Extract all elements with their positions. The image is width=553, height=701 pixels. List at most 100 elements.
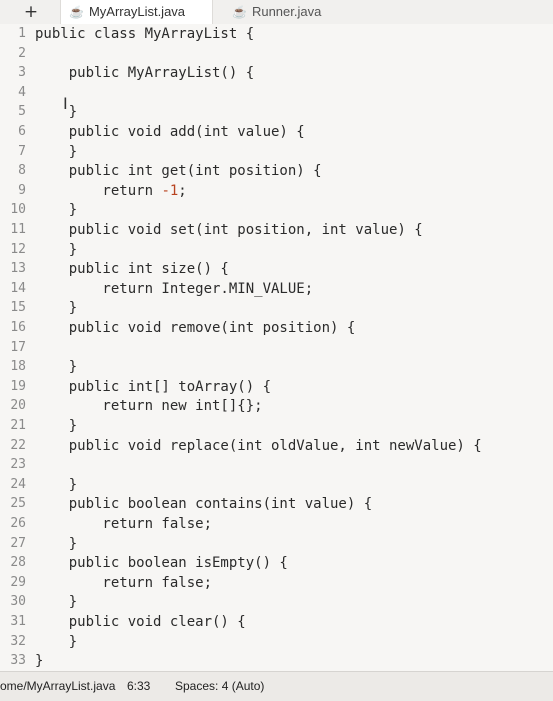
numeric-literal: -1 <box>161 182 179 199</box>
code-text: return -1; <box>35 182 187 199</box>
code-line[interactable]: 29 return false; <box>0 573 553 593</box>
code-text: return false; <box>35 574 213 591</box>
code-line[interactable]: 4 <box>0 83 553 103</box>
line-number: 7 <box>18 143 26 159</box>
line-number: 3 <box>18 65 26 81</box>
line-number: 9 <box>18 182 26 198</box>
status-cursor-position[interactable]: 6:33 <box>127 672 150 701</box>
code-line[interactable]: 15 } <box>0 298 553 318</box>
code-line[interactable]: 8 public int get(int position) { <box>0 161 553 181</box>
code-line[interactable]: 3 public MyArrayList() { <box>0 63 553 83</box>
code-line[interactable]: 20 return new int[]{}; <box>0 396 553 416</box>
code-text: public boolean contains(int value) { <box>35 496 373 513</box>
line-number: 30 <box>10 594 26 610</box>
code-text: public MyArrayList() { <box>35 65 255 82</box>
status-bar: ome/MyArrayList.java 6:33 Spaces: 4 (Aut… <box>0 671 553 701</box>
code-line[interactable]: 25 public boolean contains(int value) { <box>0 494 553 514</box>
code-line[interactable]: 32 } <box>0 632 553 652</box>
code-line[interactable]: 24 } <box>0 475 553 495</box>
code-line[interactable]: 30 } <box>0 592 553 612</box>
line-number: 33 <box>10 653 26 669</box>
status-indentation[interactable]: Spaces: 4 (Auto) <box>175 672 264 701</box>
code-text: public class MyArrayList { <box>35 26 255 42</box>
line-number: 22 <box>10 437 26 453</box>
tab-label: Runner.java <box>251 4 322 19</box>
code-text: public void remove(int position) { <box>35 320 356 336</box>
code-text: public void clear() { <box>35 614 246 630</box>
line-number: 13 <box>10 261 26 277</box>
line-number: 16 <box>10 320 26 335</box>
code-text: public void replace(int oldValue, int ne… <box>35 437 482 454</box>
tab-bar: + ☕ MyArrayList.java ☕ Runner.java <box>0 0 553 25</box>
line-number: 32 <box>10 633 26 649</box>
code-line[interactable]: 28 public boolean isEmpty() { <box>0 553 553 573</box>
code-text: public int size() { <box>35 261 229 278</box>
line-number: 26 <box>10 516 26 531</box>
code-line[interactable]: 18 } <box>0 357 553 377</box>
code-text: } <box>35 476 78 493</box>
code-text: } <box>35 143 78 160</box>
code-text: public int get(int position) { <box>35 163 322 180</box>
code-text: } <box>35 104 78 121</box>
line-number: 12 <box>10 241 26 257</box>
code-line[interactable]: 7 } <box>0 142 553 162</box>
code-line[interactable]: 26 return false; <box>0 514 553 534</box>
code-text: return Integer.MIN_VALUE; <box>35 280 314 297</box>
code-text: } <box>35 653 44 670</box>
line-number: 6 <box>18 124 26 139</box>
code-line[interactable]: 5 } <box>0 102 553 122</box>
java-file-icon: ☕ <box>232 5 247 19</box>
code-line[interactable]: 14 return Integer.MIN_VALUE; <box>0 279 553 299</box>
new-tab-button[interactable]: + <box>22 0 40 24</box>
code-line[interactable]: 12 } <box>0 240 553 260</box>
code-text: public boolean isEmpty() { <box>35 555 288 572</box>
line-number: 27 <box>10 535 26 551</box>
line-number: 10 <box>10 202 26 218</box>
code-line[interactable]: 16 public void remove(int position) { <box>0 318 553 338</box>
code-line[interactable]: 11 public void set(int position, int val… <box>0 220 553 240</box>
code-line[interactable]: 6 public void add(int value) { <box>0 122 553 142</box>
line-number: 5 <box>18 104 26 120</box>
line-number: 25 <box>10 496 26 512</box>
code-line[interactable]: 19 public int[] toArray() { <box>0 377 553 397</box>
code-text: } <box>35 202 78 219</box>
line-number: 15 <box>10 300 26 316</box>
line-number: 8 <box>18 163 26 179</box>
code-text: public void set(int position, int value)… <box>35 222 423 238</box>
code-text: } <box>35 594 78 611</box>
line-number: 24 <box>10 476 26 492</box>
line-number: 31 <box>10 614 26 629</box>
line-number: 20 <box>10 398 26 414</box>
code-line[interactable]: 10 } <box>0 200 553 220</box>
code-text: } <box>35 535 78 552</box>
line-number: 4 <box>18 84 26 100</box>
code-text: } <box>35 418 78 434</box>
tab-runner[interactable]: ☕ Runner.java <box>224 0 329 24</box>
code-text: public void add(int value) { <box>35 124 305 140</box>
code-line[interactable]: 31 public void clear() { <box>0 612 553 632</box>
code-line[interactable]: 21 } <box>0 416 553 436</box>
tab-label: MyArrayList.java <box>88 4 186 19</box>
code-text: } <box>35 241 78 258</box>
code-line[interactable]: 23 <box>0 455 553 475</box>
line-number: 29 <box>10 574 26 590</box>
code-line[interactable]: 33} <box>0 651 553 671</box>
code-text: } <box>35 633 78 650</box>
tab-myarraylist[interactable]: ☕ MyArrayList.java <box>60 0 213 24</box>
line-number: 17 <box>10 339 26 355</box>
code-line[interactable]: 9 return -1; <box>0 181 553 201</box>
code-line[interactable]: 1 public class MyArrayList { <box>0 24 553 44</box>
code-line[interactable]: 2 <box>0 44 553 64</box>
code-text: } <box>35 359 78 376</box>
line-number: 11 <box>10 222 26 237</box>
code-editor[interactable]: I 1 public class MyArrayList {2 3 public M… <box>0 24 553 671</box>
line-number: 28 <box>10 555 26 571</box>
code-line[interactable]: 17 <box>0 338 553 358</box>
code-line[interactable]: 22 public void replace(int oldValue, int… <box>0 436 553 456</box>
code-line[interactable]: 13 public int size() { <box>0 259 553 279</box>
code-text: } <box>35 300 78 317</box>
code-line[interactable]: 27 } <box>0 534 553 554</box>
status-file-path[interactable]: ome/MyArrayList.java <box>0 672 115 701</box>
code-text: return false; <box>35 516 213 532</box>
line-number: 18 <box>10 359 26 375</box>
